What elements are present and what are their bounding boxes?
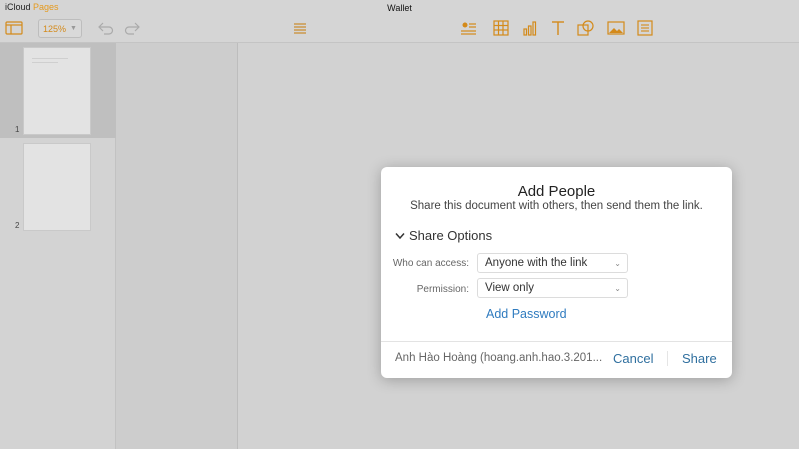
dialog-divider: [381, 341, 732, 342]
page-number: 2: [15, 221, 20, 230]
add-password-link[interactable]: Add Password: [486, 307, 567, 321]
media-icon[interactable]: [606, 19, 626, 37]
document-gutter: [116, 43, 238, 449]
who-can-access-value: Anyone with the link: [485, 257, 588, 269]
who-can-access-select[interactable]: Anyone with the link ⌄: [477, 253, 628, 273]
chart-icon[interactable]: [520, 19, 540, 37]
text-icon[interactable]: [548, 19, 568, 37]
page-thumbnail[interactable]: [23, 47, 91, 135]
format-icon[interactable]: [635, 19, 655, 37]
add-people-dialog: Add People Share this document with othe…: [381, 167, 732, 378]
button-separator: [667, 351, 668, 366]
dialog-subtitle: Share this document with others, then se…: [410, 200, 703, 212]
permission-select[interactable]: View only ⌄: [477, 278, 628, 298]
chevron-down-icon: ⌄: [614, 283, 621, 293]
document-title: Wallet: [387, 3, 412, 13]
chevron-down-icon: ▼: [70, 25, 77, 32]
who-can-access-label: Who can access:: [392, 258, 469, 269]
share-button[interactable]: Share: [682, 351, 717, 366]
redo-icon[interactable]: [123, 19, 143, 37]
zoom-select[interactable]: 125% ▼: [38, 19, 82, 38]
page-number: 1: [15, 125, 20, 134]
zoom-value: 125%: [43, 23, 67, 34]
top-toolbar: iCloud Pages Wallet 125% ▼: [0, 0, 799, 43]
page-thumbnail-sidebar: 1 2: [0, 43, 116, 449]
chevron-down-icon: ⌄: [614, 258, 621, 268]
page-thumbnail-row[interactable]: 1: [0, 43, 116, 138]
page-thumbnail-row[interactable]: 2: [0, 139, 116, 234]
comment-icon[interactable]: [458, 19, 478, 37]
undo-icon[interactable]: [95, 19, 115, 37]
cancel-button[interactable]: Cancel: [613, 351, 653, 366]
share-options-label: Share Options: [409, 228, 493, 243]
shape-icon[interactable]: [576, 19, 596, 37]
share-options-toggle[interactable]: Share Options: [395, 228, 492, 243]
page-thumbnail[interactable]: [23, 143, 91, 231]
permission-value: View only: [485, 282, 535, 294]
view-icon[interactable]: [4, 19, 24, 37]
permission-label: Permission:: [416, 284, 469, 295]
chevron-down-icon: [395, 232, 405, 239]
list-icon[interactable]: [290, 19, 310, 37]
table-icon[interactable]: [491, 19, 511, 37]
dialog-title: Add People: [517, 183, 596, 200]
sharing-user: Anh Hào Hoàng (hoang.anh.hao.3.201...: [395, 352, 603, 364]
